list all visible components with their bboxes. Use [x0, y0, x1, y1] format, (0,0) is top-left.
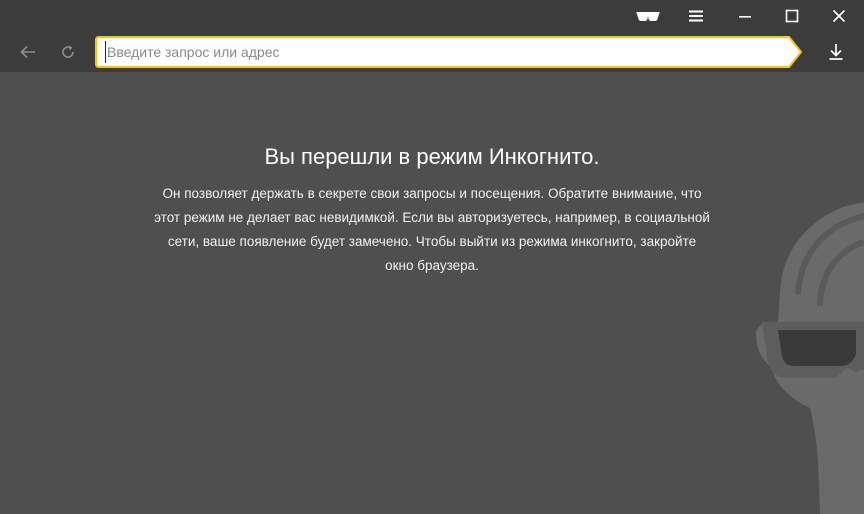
maximize-icon[interactable]	[769, 0, 815, 32]
menu-icon[interactable]	[673, 0, 719, 32]
description-line: окно браузера.	[385, 258, 479, 273]
download-icon[interactable]	[821, 38, 851, 66]
title-bar	[0, 0, 864, 32]
incognito-page: Вы перешли в режим Инкогнито. Он позволя…	[0, 72, 864, 514]
incognito-title: Вы перешли в режим Инкогнито.	[264, 144, 600, 169]
address-input[interactable]	[105, 41, 787, 63]
incognito-glasses-icon[interactable]	[625, 0, 671, 32]
toolbar	[0, 32, 864, 72]
reload-icon[interactable]	[53, 38, 83, 66]
incognito-description: Он позволяет держать в секрете свои запр…	[140, 182, 724, 278]
close-icon[interactable]	[816, 0, 862, 32]
arrow-left-icon[interactable]	[13, 38, 43, 66]
description-line: Он позволяет держать в секрете свои запр…	[162, 186, 702, 201]
address-bar[interactable]	[95, 36, 803, 68]
browser-window: Вы перешли в режим Инкогнито. Он позволя…	[0, 0, 864, 514]
description-line: этот режим не делает вас невидимкой. Есл…	[154, 210, 710, 225]
description-line: сети, ваше появление будет замечено. Что…	[167, 234, 697, 249]
minimize-icon[interactable]	[722, 0, 768, 32]
incognito-mascot-icon	[756, 202, 864, 514]
